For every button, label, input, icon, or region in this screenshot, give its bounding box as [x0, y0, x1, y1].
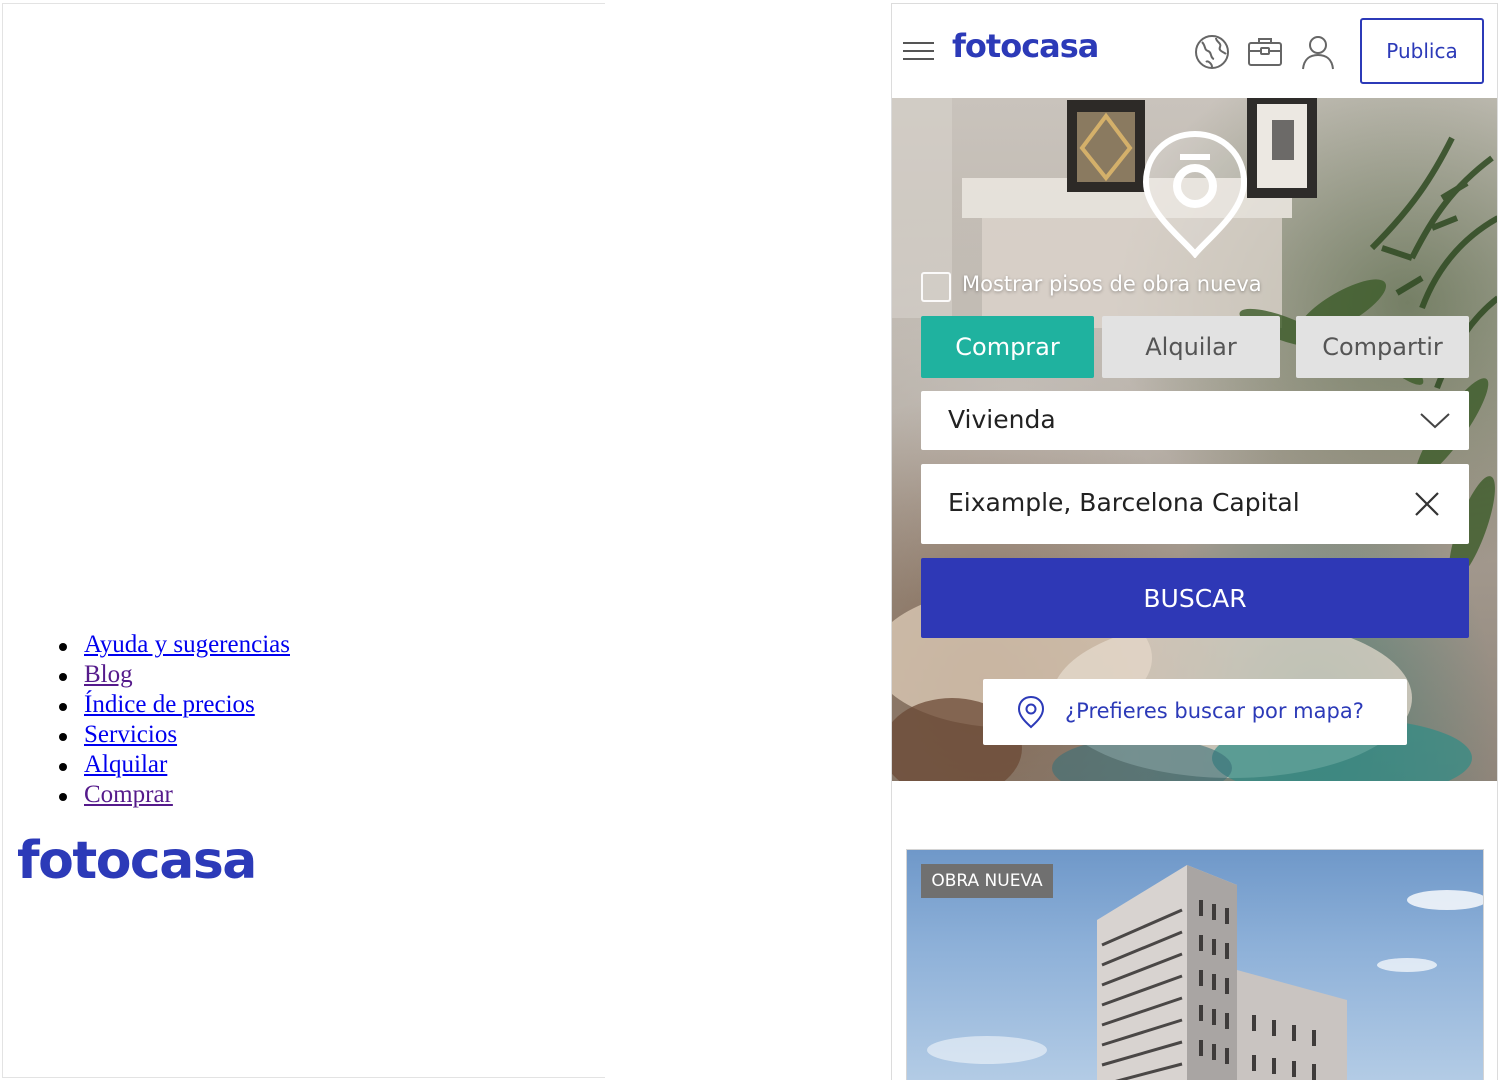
- listing-card[interactable]: OBRA NUEVA: [906, 849, 1484, 1080]
- link-alquilar[interactable]: Alquilar: [84, 751, 167, 778]
- location-value: Eixample, Barcelona Capital: [948, 488, 1300, 517]
- new-build-label[interactable]: Mostrar pisos de obra nueva: [962, 272, 1262, 296]
- link-ayuda[interactable]: Ayuda y sugerencias: [84, 631, 290, 658]
- tab-compartir[interactable]: Compartir: [1296, 316, 1469, 378]
- new-build-checkbox[interactable]: [921, 272, 951, 302]
- publish-button[interactable]: Publica: [1360, 18, 1484, 84]
- hero-search-section: Mostrar pisos de obra nueva Comprar Alqu…: [892, 98, 1497, 781]
- search-button[interactable]: BUSCAR: [921, 558, 1469, 638]
- tab-alquilar[interactable]: Alquilar: [1102, 316, 1280, 378]
- menu-icon[interactable]: [903, 40, 935, 62]
- link-comprar[interactable]: Comprar: [84, 781, 173, 808]
- map-pin-icon: [1017, 695, 1045, 729]
- list-item: Servicios: [55, 720, 290, 750]
- location-input[interactable]: Eixample, Barcelona Capital: [921, 464, 1469, 544]
- link-servicios[interactable]: Servicios: [84, 721, 177, 748]
- list-item: Comprar: [55, 780, 290, 810]
- user-icon[interactable]: [1298, 32, 1338, 72]
- map-search-label: ¿Prefieres buscar por mapa?: [1065, 699, 1364, 723]
- chevron-down-icon: [1420, 413, 1450, 429]
- fotocasa-logo[interactable]: fotocasa: [17, 831, 257, 891]
- link-blog[interactable]: Blog: [84, 661, 133, 688]
- briefcase-icon[interactable]: [1245, 32, 1285, 72]
- close-icon[interactable]: [1412, 489, 1442, 519]
- list-item: Blog: [55, 660, 290, 690]
- list-item: Índice de precios: [55, 690, 290, 720]
- list-item: Alquilar: [55, 750, 290, 780]
- fotocasa-pin-logo: [1142, 130, 1248, 258]
- globe-icon[interactable]: [1192, 32, 1232, 72]
- map-search-button[interactable]: ¿Prefieres buscar por mapa?: [983, 679, 1407, 745]
- link-indice-precios[interactable]: Índice de precios: [84, 691, 255, 718]
- obra-nueva-badge: OBRA NUEVA: [921, 864, 1053, 898]
- property-type-select[interactable]: Vivienda: [921, 391, 1469, 450]
- site-header: fotocasa Publica: [892, 4, 1497, 98]
- list-item: Ayuda y sugerencias: [55, 630, 290, 660]
- footer-links-list: Ayuda y sugerencias Blog Índice de preci…: [55, 630, 290, 810]
- brand-logo[interactable]: fotocasa: [952, 27, 1099, 65]
- unstyled-page-panel: Ayuda y sugerencias Blog Índice de preci…: [2, 3, 605, 1078]
- tab-comprar[interactable]: Comprar: [921, 316, 1094, 378]
- property-type-value: Vivienda: [948, 405, 1056, 434]
- mobile-site-panel: fotocasa Publica Mostrar pisos de obra n…: [891, 3, 1498, 1080]
